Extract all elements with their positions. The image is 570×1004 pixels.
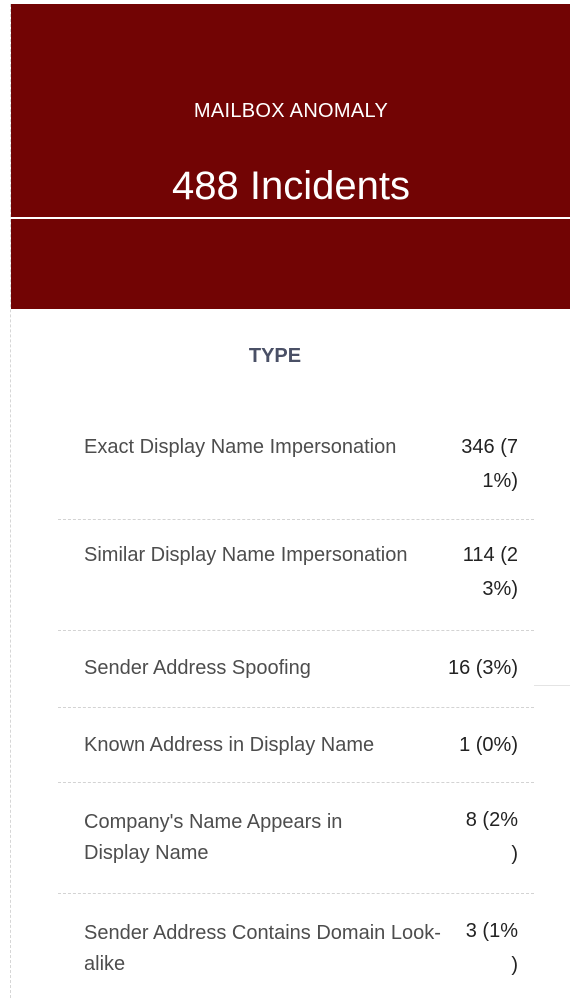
- card-header: MAILBOX ANOMALY 488 Incidents: [11, 4, 570, 309]
- type-row: Known Address in Display Name 1 (0%): [58, 708, 534, 783]
- type-label: Known Address in Display Name: [84, 734, 375, 756]
- type-row: Similar Display Name Impersonation 114 (…: [58, 520, 534, 631]
- type-row: Exact Display Name Impersonation 346 (71…: [58, 412, 534, 520]
- type-label: Sender Address Contains Domain Look-alik…: [84, 922, 441, 975]
- section-title: TYPE: [248, 345, 302, 367]
- type-value: 3 (1% ): [465, 920, 518, 976]
- divider-line: [534, 685, 570, 686]
- type-value: 1 (0%): [459, 734, 518, 756]
- header-divider: [11, 217, 570, 219]
- type-label: Exact Display Name Impersonation: [84, 436, 397, 458]
- category-label: MAILBOX ANOMALY: [193, 100, 389, 122]
- type-label: Similar Display Name Impersonation: [84, 544, 408, 566]
- type-value: 114 (23%): [462, 544, 518, 600]
- type-list: Exact Display Name Impersonation 346 (71…: [58, 412, 534, 1004]
- incident-count: 488 Incidents: [172, 164, 410, 208]
- type-label: Company's Name Appears in Display Name: [84, 811, 343, 864]
- type-row: Sender Address Contains Domain Look-alik…: [58, 894, 534, 1004]
- type-value: 8 (2% ): [465, 809, 518, 865]
- type-row: Company's Name Appears in Display Name 8…: [58, 783, 534, 894]
- type-label: Sender Address Spoofing: [84, 657, 311, 679]
- type-value: 346 (71%): [461, 436, 518, 492]
- type-row: Sender Address Spoofing 16 (3%): [58, 631, 534, 708]
- type-value: 16 (3%): [447, 657, 518, 679]
